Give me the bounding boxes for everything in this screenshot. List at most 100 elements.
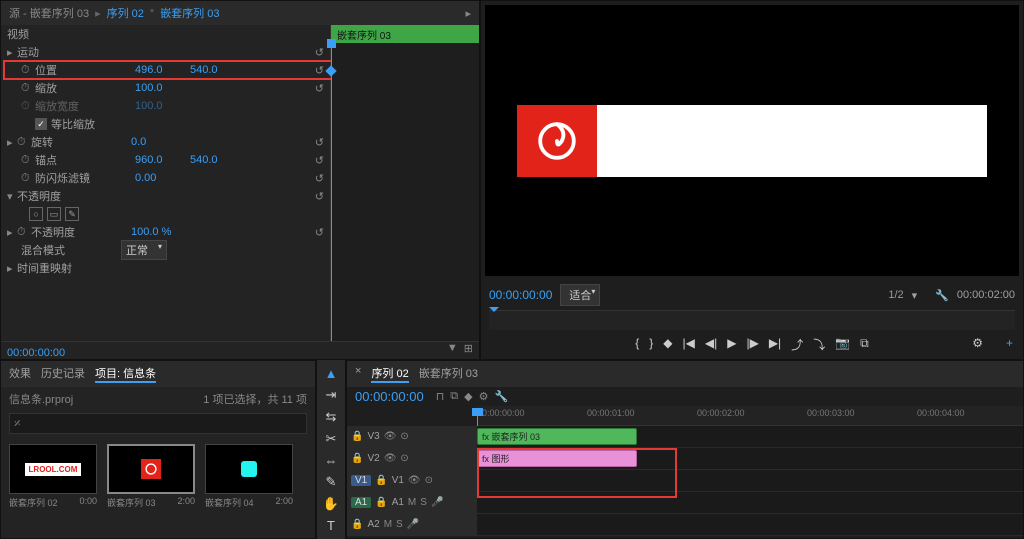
tl-tab-seq[interactable]: 序列 02 bbox=[371, 365, 408, 383]
timeline-ruler[interactable]: 00:00:00:00 00:00:01:00 00:00:02:00 00:0… bbox=[477, 406, 1023, 426]
scale-value[interactable]: 100.0 bbox=[135, 82, 190, 94]
position-y[interactable]: 540.0 bbox=[190, 64, 245, 76]
mute-icon[interactable]: M bbox=[384, 519, 392, 530]
toggle-output-icon[interactable]: 👁 bbox=[384, 453, 397, 464]
reset-icon[interactable]: ↺ bbox=[315, 154, 324, 167]
program-tc-dur[interactable]: 00:00:02:00 bbox=[957, 289, 1015, 301]
ec-clip-bar[interactable]: 嵌套序列 03 bbox=[331, 25, 479, 43]
timeline-timecode[interactable]: 00:00:00:00 bbox=[355, 389, 424, 404]
sync-lock-icon[interactable]: ⊙ bbox=[425, 475, 433, 486]
settings-icon[interactable]: ⚙ bbox=[972, 336, 983, 350]
track-header-a1[interactable]: A1🔒A1MS🎤 bbox=[347, 492, 477, 513]
antiflicker-value[interactable]: 0.00 bbox=[135, 172, 190, 184]
voiceover-icon[interactable]: 🎤 bbox=[431, 497, 443, 508]
disclosure-icon[interactable]: ▾ bbox=[7, 190, 17, 203]
toggle-output-icon[interactable]: 👁 bbox=[384, 431, 397, 442]
marker-icon[interactable]: ◆ bbox=[464, 390, 472, 403]
sync-lock-icon[interactable]: ⊙ bbox=[400, 453, 408, 464]
go-to-out-icon[interactable]: ▶| bbox=[769, 336, 781, 353]
breadcrumb-nested[interactable]: 嵌套序列 03 bbox=[160, 5, 219, 21]
sync-lock-icon[interactable]: ⊙ bbox=[400, 431, 408, 442]
opacity-value[interactable]: 100.0 % bbox=[131, 226, 186, 238]
lock-icon[interactable]: 🔒 bbox=[375, 497, 387, 508]
step-forward-icon[interactable]: |▶ bbox=[746, 336, 758, 353]
solo-icon[interactable]: S bbox=[396, 519, 403, 530]
project-item[interactable]: LROOL.COM 嵌套序列 020:00 bbox=[9, 444, 97, 509]
mute-icon[interactable]: M bbox=[408, 497, 416, 508]
lock-icon[interactable]: 🔒 bbox=[351, 453, 363, 464]
step-back-icon[interactable]: ◀| bbox=[705, 336, 717, 353]
reset-icon[interactable]: ↺ bbox=[315, 136, 324, 149]
opacity-section[interactable]: 不透明度 bbox=[17, 188, 117, 204]
link-icon[interactable]: ⧉ bbox=[450, 390, 458, 403]
ec-keyframe-area[interactable]: 嵌套序列 03 bbox=[331, 25, 479, 341]
slip-tool-icon[interactable]: ⇔ bbox=[325, 453, 338, 468]
zoom-icon[interactable]: ⊞ bbox=[464, 342, 473, 355]
stopwatch-icon[interactable]: ⏱ bbox=[21, 154, 35, 167]
ec-playhead[interactable] bbox=[331, 43, 332, 341]
motion-section[interactable]: 运动 bbox=[17, 44, 117, 60]
chevron-down-icon[interactable]: ▾ bbox=[912, 289, 918, 302]
reset-icon[interactable]: ↺ bbox=[315, 46, 324, 59]
go-to-in-icon[interactable]: |◀ bbox=[683, 336, 695, 353]
play-icon[interactable]: ▶ bbox=[727, 336, 736, 353]
track-header-v2[interactable]: 🔒V2👁⊙ bbox=[347, 448, 477, 469]
clip-v3[interactable]: fx 嵌套序列 03 bbox=[477, 428, 637, 445]
fit-dropdown[interactable]: 适合 bbox=[560, 284, 600, 306]
lock-icon[interactable]: 🔒 bbox=[375, 475, 387, 486]
toggle-output-icon[interactable]: 👁 bbox=[408, 475, 421, 486]
wrench-icon[interactable]: 🔧 bbox=[935, 289, 949, 302]
ellipse-mask-icon[interactable]: ○ bbox=[29, 207, 43, 221]
program-video[interactable] bbox=[485, 5, 1019, 276]
lock-icon[interactable]: 🔒 bbox=[351, 519, 363, 530]
settings-icon[interactable]: ⚙ bbox=[479, 390, 489, 403]
stopwatch-icon[interactable]: ⏱ bbox=[21, 172, 35, 185]
anchor-x[interactable]: 960.0 bbox=[135, 154, 190, 166]
selection-tool-icon[interactable]: ▲ bbox=[325, 366, 338, 381]
timeremap-section[interactable]: 时间重映射 bbox=[17, 260, 117, 276]
pen-mask-icon[interactable]: ✎ bbox=[65, 207, 79, 221]
breadcrumb-seq[interactable]: 序列 02 bbox=[107, 5, 144, 21]
compare-icon[interactable]: ⧉ bbox=[860, 336, 869, 353]
mark-in-icon[interactable]: { bbox=[635, 336, 639, 353]
track-header-v1[interactable]: V1🔒V1👁⊙ bbox=[347, 470, 477, 491]
tl-tab-nested[interactable]: 嵌套序列 03 bbox=[419, 365, 478, 383]
clip-v2[interactable]: fx 图形 bbox=[477, 450, 637, 467]
uniform-checkbox[interactable]: ✓ bbox=[35, 118, 47, 130]
export-frame-icon[interactable]: 📷 bbox=[835, 336, 850, 353]
rect-mask-icon[interactable]: ▭ bbox=[47, 207, 61, 221]
tab-history[interactable]: 历史记录 bbox=[41, 365, 85, 383]
reset-icon[interactable]: ↺ bbox=[315, 226, 324, 239]
disclosure-icon[interactable]: ▸ bbox=[7, 226, 17, 239]
disclosure-icon[interactable]: ▸ bbox=[7, 262, 17, 275]
tab-effects[interactable]: 效果 bbox=[9, 365, 31, 383]
anchor-y[interactable]: 540.0 bbox=[190, 154, 245, 166]
voiceover-icon[interactable]: 🎤 bbox=[407, 519, 419, 530]
lock-icon[interactable]: 🔒 bbox=[351, 431, 363, 442]
reset-icon[interactable]: ↺ bbox=[315, 64, 324, 77]
program-tc-in[interactable]: 00:00:00:00 bbox=[489, 288, 552, 302]
disclosure-icon[interactable]: ▸ bbox=[7, 136, 17, 149]
filter-icon[interactable]: ▼ bbox=[447, 342, 458, 355]
tab-project[interactable]: 项目: 信息条 bbox=[95, 365, 156, 383]
a1-source-tag[interactable]: A1 bbox=[351, 497, 371, 508]
wrench-icon[interactable]: 🔧 bbox=[494, 390, 508, 403]
stopwatch-icon[interactable]: ⏱ bbox=[17, 136, 31, 149]
disclosure-icon[interactable]: ▸ bbox=[7, 46, 17, 59]
extract-icon[interactable]: ⤵ bbox=[813, 336, 825, 353]
hand-tool-icon[interactable]: ✋ bbox=[323, 496, 339, 512]
add-button-icon[interactable]: + bbox=[1006, 336, 1013, 350]
mark-out-icon[interactable]: } bbox=[649, 336, 653, 353]
track-header-v3[interactable]: 🔒V3👁⊙ bbox=[347, 426, 477, 447]
track-select-icon[interactable]: ⇥ bbox=[326, 387, 337, 403]
program-ruler[interactable] bbox=[489, 310, 1015, 330]
solo-icon[interactable]: S bbox=[420, 497, 427, 508]
stopwatch-icon[interactable]: ⏱ bbox=[21, 64, 35, 77]
position-x[interactable]: 496.0 bbox=[135, 64, 190, 76]
lift-icon[interactable]: ⤴ bbox=[791, 336, 803, 353]
program-playhead[interactable] bbox=[489, 307, 499, 317]
project-item[interactable]: 嵌套序列 042:00 bbox=[205, 444, 293, 509]
stopwatch-icon[interactable]: ⏱ bbox=[17, 226, 31, 239]
pen-tool-icon[interactable]: ✎ bbox=[326, 474, 337, 490]
stopwatch-icon[interactable]: ⏱ bbox=[21, 82, 35, 95]
